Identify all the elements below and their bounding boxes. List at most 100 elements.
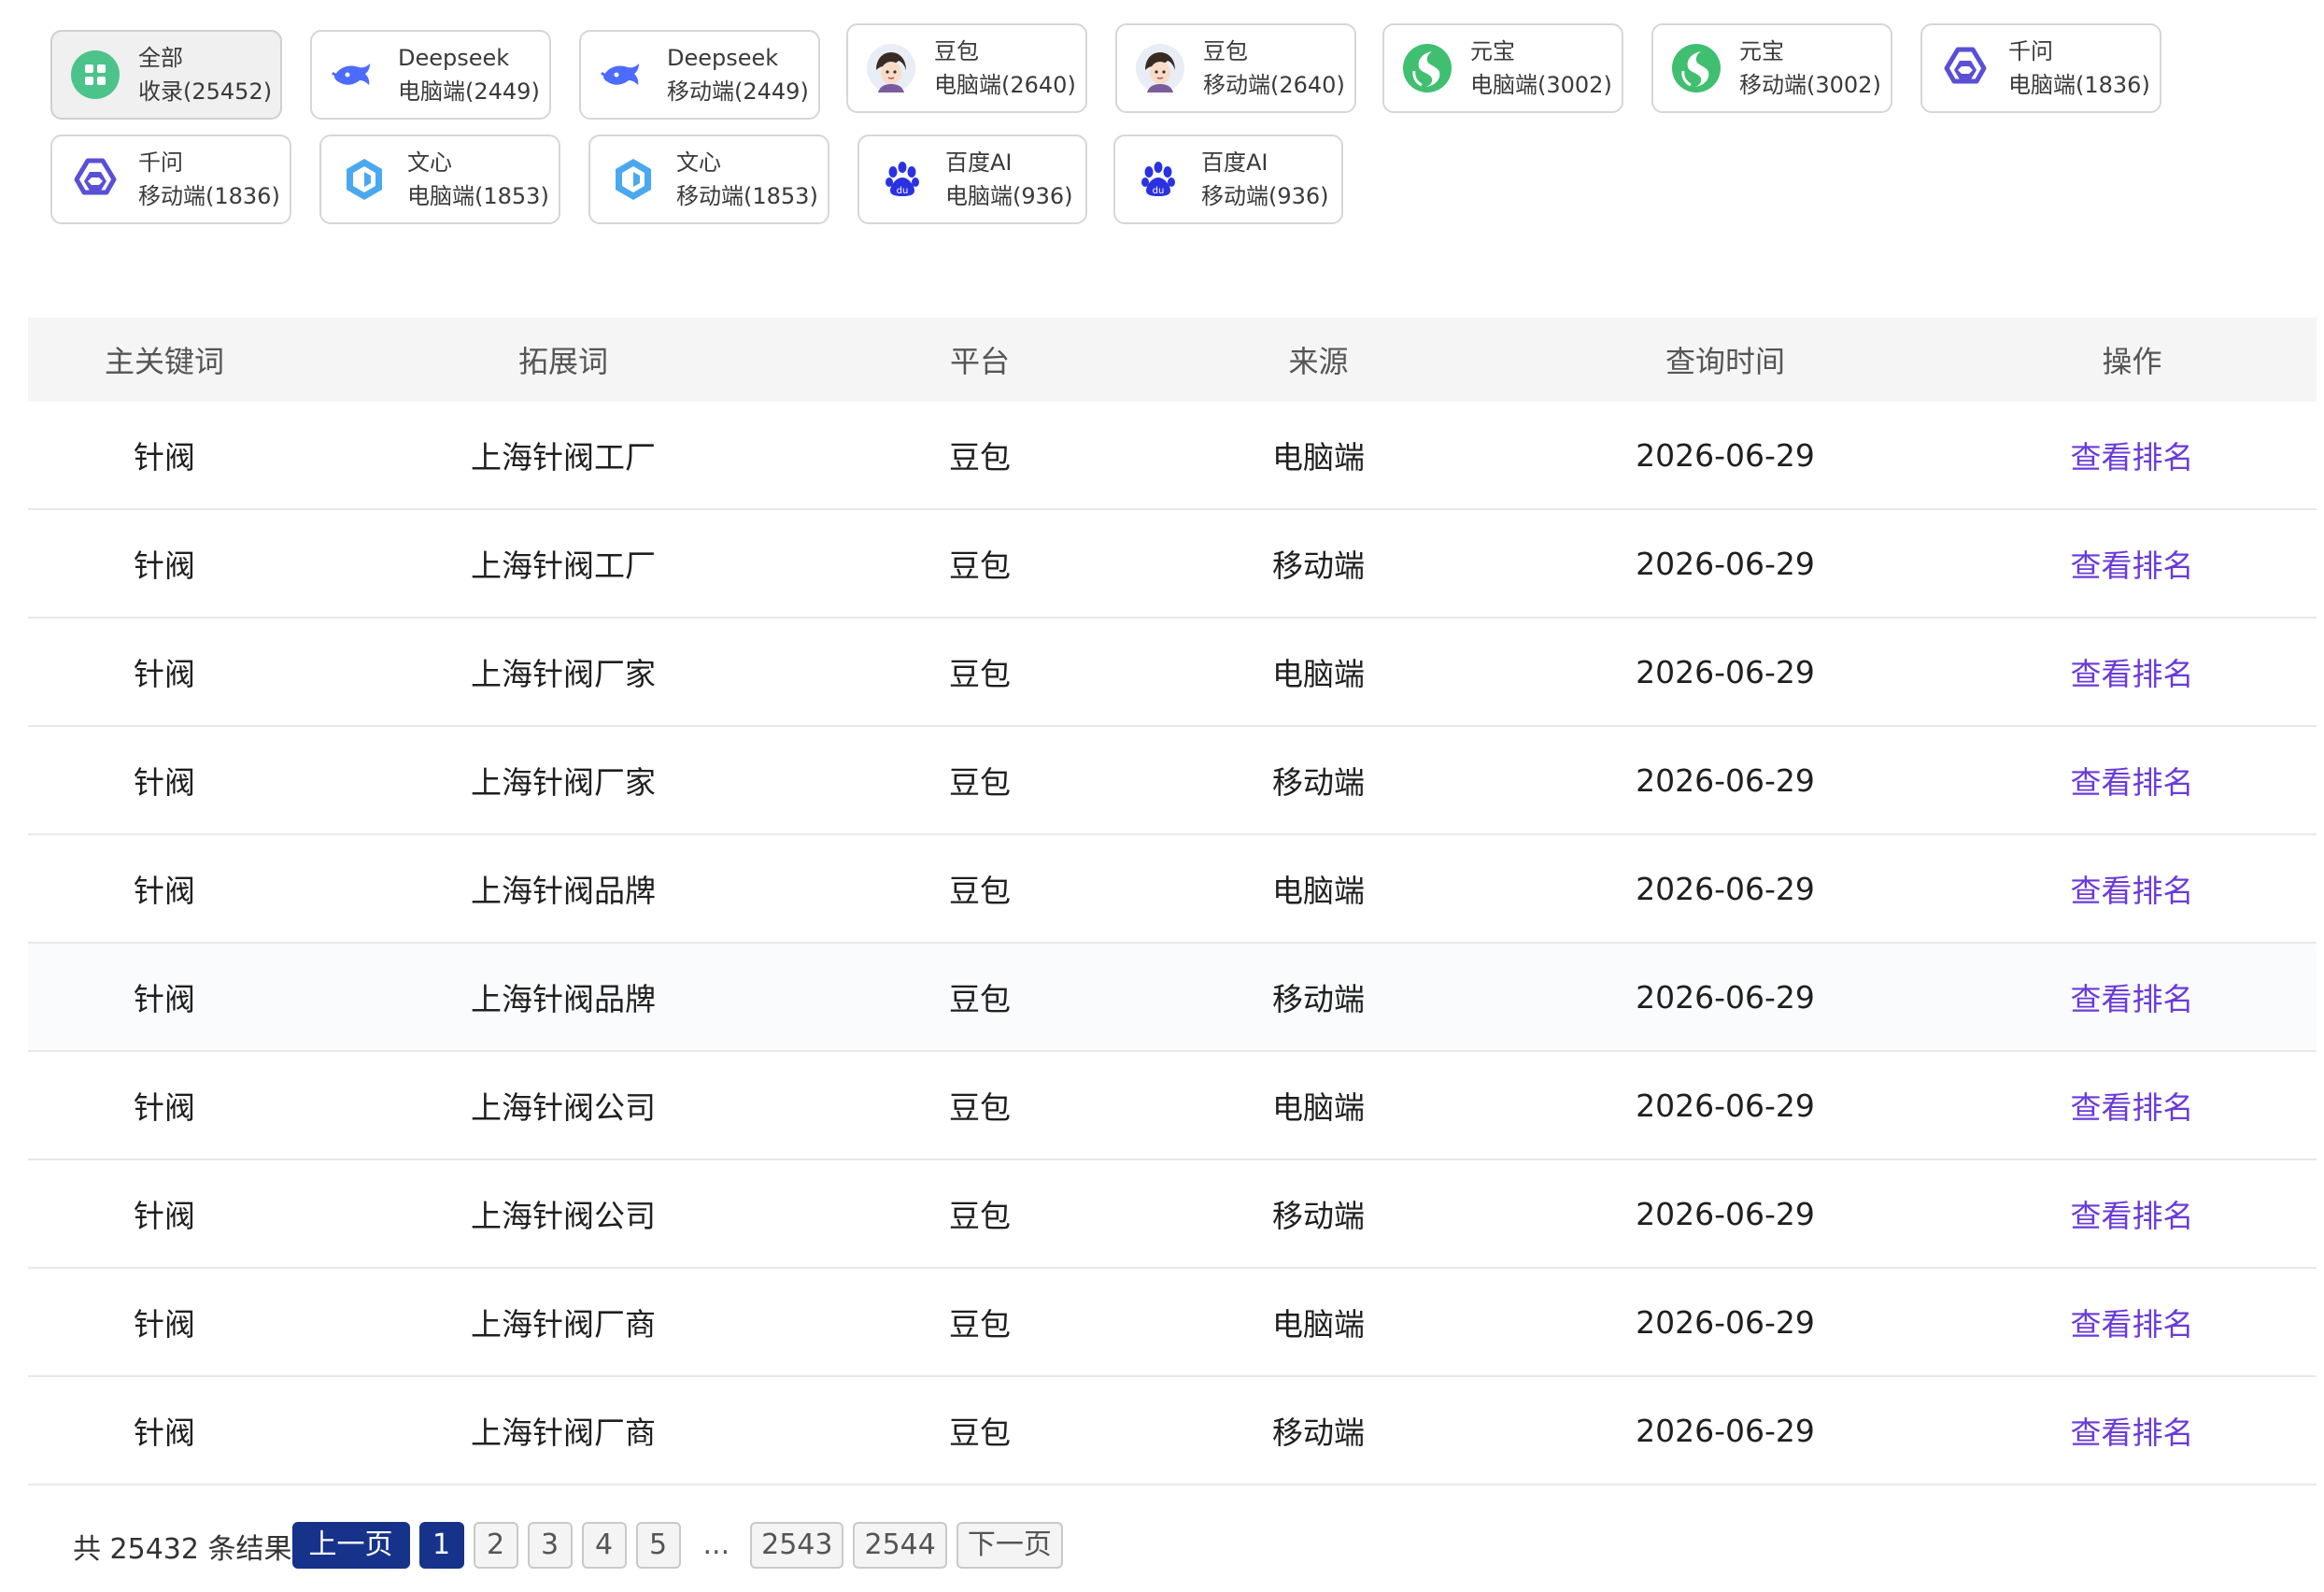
cell-source: 移动端 [1272, 547, 1365, 584]
view-ranking-link[interactable]: 查看排名 [2071, 547, 2194, 584]
table-row: 针阀 上海针阀工厂 豆包 移动端 2026-06-29 查看排名 [28, 510, 2317, 618]
cell-source: 电脑端 [1272, 439, 1365, 476]
filter-card-baidu-pc[interactable]: du 百度AI 电脑端(936) [857, 135, 1087, 224]
table-row: 针阀 上海针阀公司 豆包 移动端 2026-06-29 查看排名 [28, 1160, 2317, 1269]
view-ranking-link[interactable]: 查看排名 [2071, 656, 2194, 692]
cell-keyword: 针阀 [134, 1198, 195, 1234]
page-button[interactable]: 2 [473, 1522, 518, 1569]
filter-count: 移动端(2640) [1203, 72, 1345, 98]
table-row: 针阀 上海针阀厂家 豆包 电脑端 2026-06-29 查看排名 [28, 618, 2317, 727]
prev-page-button[interactable]: 上一页 [291, 1522, 410, 1569]
pagination-ellipsis: ... [702, 1528, 730, 1561]
cell-query-time: 2026-06-29 [1636, 545, 1815, 582]
cell-expanded-word: 上海针阀工厂 [471, 439, 656, 476]
cell-platform: 豆包 [949, 873, 1011, 909]
table-row: 针阀 上海针阀品牌 豆包 电脑端 2026-06-29 查看排名 [28, 835, 2317, 944]
cell-keyword: 针阀 [134, 981, 195, 1017]
table-header: 主关键词 拓展词 平台 来源 查询时间 操作 [28, 318, 2317, 402]
filter-card-all[interactable]: 全部 收录(25452) [50, 30, 282, 120]
cell-platform: 豆包 [949, 981, 1011, 1017]
wenxin-icon [338, 153, 390, 206]
filter-count: 移动端(1853) [676, 183, 818, 209]
cell-keyword: 针阀 [134, 1414, 195, 1451]
cell-expanded-word: 上海针阀品牌 [471, 873, 656, 909]
filter-card-qianwen-pc[interactable]: 千问电脑端(1836) [1920, 23, 2161, 113]
header-expanded-word: 拓展词 [517, 344, 608, 379]
view-ranking-link[interactable]: 查看排名 [2071, 1089, 2194, 1126]
filter-card-yuanbao-mobile[interactable]: 元宝 移动端(3002) [1651, 23, 1892, 113]
cell-platform: 豆包 [949, 1089, 1011, 1126]
table-row: 针阀 上海针阀品牌 豆包 移动端 2026-06-29 查看排名 [28, 944, 2317, 1052]
doubao-avatar-icon [1134, 42, 1186, 94]
filter-count: 电脑端(3002) [1470, 72, 1612, 98]
filter-count: 电脑端(936) [945, 183, 1073, 209]
cell-query-time: 2026-06-29 [1636, 436, 1815, 474]
filter-count: 移动端(3002) [1739, 72, 1881, 98]
filter-card-wenxin-pc[interactable]: 文心 电脑端(1853) [319, 135, 560, 224]
header-keyword: 主关键词 [104, 344, 224, 379]
header-platform: 平台 [949, 344, 1010, 379]
view-ranking-link[interactable]: 查看排名 [2071, 764, 2194, 801]
page-button[interactable]: 2543 [750, 1522, 844, 1569]
baidu-paw-icon: du [1132, 153, 1184, 206]
cell-query-time: 2026-06-29 [1636, 870, 1815, 907]
cell-expanded-word: 上海针阀品牌 [471, 981, 656, 1017]
page-button[interactable]: 4 [581, 1522, 627, 1569]
filter-card-yuanbao-pc[interactable]: 元宝 电脑端(3002) [1382, 23, 1623, 113]
view-ranking-link[interactable]: 查看排名 [2071, 1198, 2194, 1234]
cell-query-time: 2026-06-29 [1636, 653, 1815, 690]
baidu-paw-icon: du [876, 153, 928, 206]
filter-name: Deepseek [398, 45, 510, 71]
filter-card-qianwen-mobile[interactable]: 千问 移动端(1836) [50, 135, 291, 224]
cell-platform: 豆包 [949, 764, 1011, 801]
filter-count: 移动端(936) [1201, 183, 1329, 209]
cell-expanded-word: 上海针阀厂商 [471, 1414, 656, 1451]
wenxin-icon [607, 153, 659, 206]
filter-card-deepseek-pc[interactable]: Deepseek 电脑端(2449) [310, 30, 551, 120]
page-button[interactable]: 5 [635, 1522, 681, 1569]
filter-card-doubao-pc[interactable]: 豆包电脑端(2640) [846, 23, 1087, 113]
filter-card-wenxin-mobile[interactable]: 文心移动端(1853) [588, 135, 829, 224]
cell-source: 电脑端 [1272, 1089, 1365, 1126]
page-button[interactable]: 2544 [853, 1522, 947, 1569]
view-ranking-link[interactable]: 查看排名 [2071, 1306, 2194, 1343]
cell-keyword: 针阀 [134, 1089, 195, 1126]
filter-count: 电脑端(2640) [934, 72, 1076, 98]
filter-name: 千问 [2008, 38, 2053, 64]
cell-platform: 豆包 [949, 1306, 1011, 1343]
yuanbao-icon [1401, 42, 1453, 94]
filter-name: 文心 [676, 149, 721, 176]
cell-keyword: 针阀 [134, 873, 195, 909]
view-ranking-link[interactable]: 查看排名 [2071, 981, 2194, 1017]
page-button[interactable]: 3 [527, 1522, 573, 1569]
cell-query-time: 2026-06-29 [1636, 1195, 1815, 1232]
view-ranking-link[interactable]: 查看排名 [2071, 439, 2194, 476]
header-source: 来源 [1288, 344, 1349, 379]
filter-count: 电脑端(1853) [407, 183, 549, 209]
next-page-button[interactable]: 下一页 [956, 1522, 1063, 1569]
page-button-current[interactable]: 1 [418, 1522, 464, 1569]
table-row: 针阀 上海针阀厂家 豆包 移动端 2026-06-29 查看排名 [28, 727, 2317, 835]
view-ranking-link[interactable]: 查看排名 [2071, 873, 2194, 909]
cell-expanded-word: 上海针阀公司 [471, 1198, 656, 1234]
filter-card-doubao-mobile[interactable]: 豆包 移动端(2640) [1115, 23, 1356, 113]
table-row: 针阀 上海针阀厂商 豆包 电脑端 2026-06-29 查看排名 [28, 1269, 2317, 1377]
cell-keyword: 针阀 [134, 547, 195, 584]
svg-text:du: du [897, 186, 909, 196]
view-ranking-link[interactable]: 查看排名 [2071, 1414, 2194, 1451]
cell-expanded-word: 上海针阀厂家 [471, 656, 656, 692]
deepseek-whale-icon [598, 49, 650, 101]
grid-icon [69, 49, 121, 101]
filter-card-deepseek-mobile[interactable]: Deepseek 移动端(2449) [579, 30, 820, 120]
qianwen-icon [69, 153, 121, 206]
cell-platform: 豆包 [949, 1198, 1011, 1234]
filter-count: 电脑端(1836) [2008, 72, 2150, 98]
results-table: 主关键词 拓展词 平台 来源 查询时间 操作 针阀 上海针阀工厂 豆包 电脑端 … [28, 318, 2317, 1485]
pagination: 共 25432 条结果 上一页 1 2 3 4 5 ... 2543 2544 … [73, 1521, 1072, 1570]
filter-name: 豆包 [934, 38, 979, 64]
doubao-avatar-icon [865, 42, 917, 94]
cell-query-time: 2026-06-29 [1636, 1087, 1815, 1124]
yuanbao-icon [1670, 42, 1722, 94]
table-row: 针阀 上海针阀工厂 豆包 电脑端 2026-06-29 查看排名 [28, 402, 2317, 510]
filter-card-baidu-mobile[interactable]: du 百度AI 移动端(936) [1113, 135, 1343, 224]
